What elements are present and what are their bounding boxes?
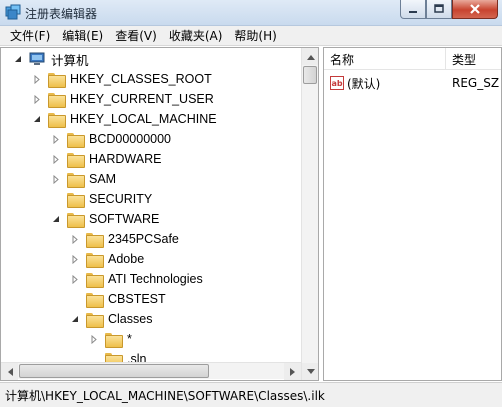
tree-node-label: SECURITY (89, 192, 153, 206)
collapsed-arrow-icon[interactable] (32, 94, 42, 104)
column-name-header[interactable]: 名称 (324, 48, 446, 70)
regedit-app-icon (5, 4, 21, 20)
folder-icon (86, 272, 104, 288)
horizontal-scroll-thumb[interactable] (19, 364, 209, 378)
tree-node[interactable]: ATI Technologies (70, 269, 203, 289)
folder-icon (67, 152, 85, 168)
values-list-pane[interactable]: 名称 类型 ab (默认) REG_SZ (323, 47, 502, 381)
menu-bar: 文件(F) 编辑(E) 查看(V) 收藏夹(A) 帮助(H) (0, 26, 502, 46)
tree-node[interactable]: HKEY_LOCAL_MACHINE (32, 109, 217, 129)
tree-node[interactable]: Classes (70, 309, 152, 329)
scroll-down-icon (306, 368, 315, 374)
expanded-arrow-icon[interactable] (51, 214, 61, 224)
expanded-arrow-icon[interactable] (13, 54, 23, 64)
menu-view[interactable]: 查看(V) (109, 27, 163, 44)
tree-node[interactable]: SECURITY (51, 189, 152, 209)
scroll-right-icon (289, 367, 295, 376)
collapsed-arrow-icon[interactable] (51, 134, 61, 144)
folder-icon (105, 332, 123, 348)
collapsed-arrow-icon[interactable] (51, 174, 61, 184)
folder-icon (48, 92, 66, 108)
tree-node[interactable]: Adobe (70, 249, 144, 269)
no-children-spacer (51, 194, 61, 204)
menu-file[interactable]: 文件(F) (4, 27, 56, 44)
scroll-left-button[interactable] (1, 363, 18, 380)
minimize-icon (409, 11, 417, 13)
folder-icon (67, 172, 85, 188)
tree-node[interactable]: * (89, 329, 132, 349)
collapsed-arrow-icon[interactable] (70, 254, 80, 264)
folder-icon (86, 232, 104, 248)
scroll-down-button[interactable] (302, 363, 318, 380)
folder-icon (67, 192, 85, 208)
tree-node-label: HKEY_CURRENT_USER (70, 92, 214, 106)
collapsed-arrow-icon[interactable] (70, 234, 80, 244)
tree-node-label: * (127, 332, 132, 346)
no-children-spacer (70, 294, 80, 304)
vertical-scroll-thumb[interactable] (303, 66, 317, 84)
tree-vertical-scrollbar[interactable] (301, 48, 318, 380)
tree-node[interactable]: CBSTEST (70, 289, 166, 309)
menu-favorites[interactable]: 收藏夹(A) (163, 27, 229, 44)
tree-node[interactable]: 2345PCSafe (70, 229, 179, 249)
tree-node[interactable]: 计算机 (13, 49, 89, 69)
tree-node-label: HKEY_CLASSES_ROOT (70, 72, 212, 86)
tree-node-label: BCD00000000 (89, 132, 172, 146)
window-title: 注册表编辑器 (25, 7, 98, 21)
value-name: (默认) (347, 76, 381, 91)
tree-node[interactable]: SOFTWARE (51, 209, 159, 229)
tree-node-label: Adobe (108, 252, 145, 266)
folder-icon (48, 112, 66, 128)
scroll-up-icon (306, 54, 315, 60)
tree-node-label: 2345PCSafe (108, 232, 179, 246)
folder-icon (48, 72, 66, 88)
value-type: REG_SZ (452, 76, 500, 90)
collapsed-arrow-icon[interactable] (89, 334, 99, 344)
maximize-button[interactable] (426, 0, 452, 19)
menu-edit[interactable]: 编辑(E) (56, 27, 109, 44)
tree-node[interactable]: SAM (51, 169, 116, 189)
expanded-arrow-icon[interactable] (70, 314, 80, 324)
tree-node-label: ATI Technologies (108, 272, 203, 286)
tree-node[interactable]: HKEY_CURRENT_USER (32, 89, 214, 109)
tree-node-label: CBSTEST (108, 292, 166, 306)
collapsed-arrow-icon[interactable] (70, 274, 80, 284)
folder-icon (67, 132, 85, 148)
folder-icon (86, 252, 104, 268)
close-button[interactable] (452, 0, 498, 19)
current-key-path: 计算机\HKEY_LOCAL_MACHINE\SOFTWARE\Classes\… (5, 388, 325, 403)
maximize-icon (434, 4, 444, 13)
folder-icon (86, 312, 104, 328)
tree-node-label: SAM (89, 172, 117, 186)
collapsed-arrow-icon[interactable] (51, 154, 61, 164)
scroll-left-icon (7, 367, 13, 376)
tree-node-label: Classes (108, 312, 153, 326)
list-header: 名称 类型 (324, 48, 501, 70)
menu-help[interactable]: 帮助(H) (228, 27, 282, 44)
list-item[interactable]: ab (默认) REG_SZ (324, 74, 501, 92)
scroll-right-button[interactable] (284, 363, 301, 380)
folder-icon (86, 292, 104, 308)
scroll-up-button[interactable] (302, 48, 318, 65)
tree-node[interactable]: BCD00000000 (51, 129, 171, 149)
minimize-button[interactable] (400, 0, 426, 19)
collapsed-arrow-icon[interactable] (32, 74, 42, 84)
tree-node-label: 计算机 (51, 53, 89, 68)
tree-node-label: HKEY_LOCAL_MACHINE (70, 112, 217, 126)
key-tree-pane[interactable]: 计算机 HKEY_CLASSES_ROOT HKEY_CURRENT_USER HKE… (0, 47, 319, 381)
tree-node[interactable]: HARDWARE (51, 149, 161, 169)
expanded-arrow-icon[interactable] (32, 114, 42, 124)
string-value-icon: ab (330, 76, 344, 90)
status-bar: 计算机\HKEY_LOCAL_MACHINE\SOFTWARE\Classes\… (0, 382, 502, 407)
folder-icon (67, 212, 85, 228)
column-type-header[interactable]: 类型 (446, 48, 501, 70)
tree-node-label: SOFTWARE (89, 212, 160, 226)
title-bar[interactable]: 注册表编辑器 (0, 0, 502, 26)
tree-horizontal-scrollbar[interactable] (1, 362, 301, 380)
tree-node-label: HARDWARE (89, 152, 162, 166)
computer-icon (29, 52, 45, 66)
tree-node[interactable]: HKEY_CLASSES_ROOT (32, 69, 212, 89)
close-icon (470, 4, 480, 14)
